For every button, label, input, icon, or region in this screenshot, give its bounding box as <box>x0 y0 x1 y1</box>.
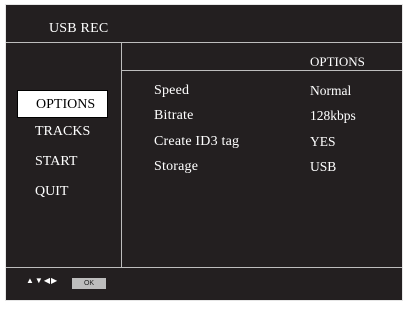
nav-hint: ▲ ▼ ◀ ▶ <box>26 277 57 285</box>
bitrate-value[interactable]: 128kbps <box>310 108 356 124</box>
screen-title: USB REC <box>49 21 109 36</box>
usb-rec-screen: USB REC OPTIONS TRACKS START QUIT OPTION… <box>5 4 403 301</box>
ok-button[interactable]: OK <box>72 278 106 289</box>
footer-divider <box>6 267 402 268</box>
menu-item-quit[interactable]: QUIT <box>17 184 107 200</box>
header-divider <box>6 42 402 43</box>
menu-item-start[interactable]: START <box>17 154 107 170</box>
section-divider <box>121 70 402 71</box>
right-triangle-icon: ▶ <box>51 276 58 285</box>
menu-item-label: START <box>35 154 78 169</box>
down-triangle-icon: ▼ <box>34 276 43 285</box>
menu-item-tracks[interactable]: TRACKS <box>17 124 107 140</box>
up-triangle-icon: ▲ <box>26 276 34 285</box>
left-triangle-icon: ◀ <box>43 276 50 285</box>
options-section-title: OPTIONS <box>310 54 365 69</box>
speed-value[interactable]: Normal <box>310 83 351 99</box>
speed-label: Speed <box>154 83 190 98</box>
menu-item-label: OPTIONS <box>36 97 96 112</box>
storage-value[interactable]: USB <box>310 159 336 175</box>
id3-tag-value[interactable]: YES <box>310 134 336 150</box>
bitrate-label: Bitrate <box>154 108 194 123</box>
storage-label: Storage <box>154 159 199 174</box>
id3-tag-label: Create ID3 tag <box>154 134 240 149</box>
menu-divider <box>121 42 122 267</box>
menu-item-label: QUIT <box>35 184 69 199</box>
menu-item-label: TRACKS <box>35 124 91 139</box>
menu-item-options[interactable]: OPTIONS <box>17 90 108 118</box>
